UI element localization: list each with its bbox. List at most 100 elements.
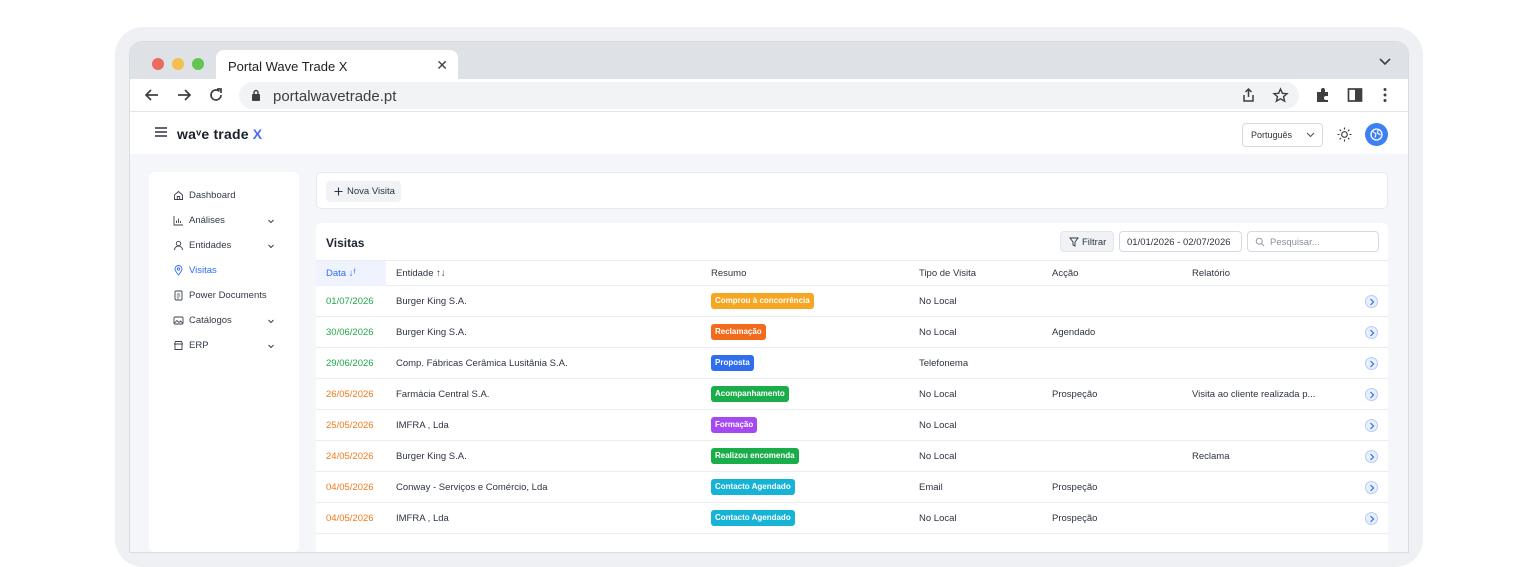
chevron-right-icon	[1370, 422, 1375, 430]
row-visit-type: No Local	[919, 420, 957, 431]
new-visit-button[interactable]: Nova Visita	[326, 181, 401, 202]
theme-toggle-sun-icon[interactable]	[1337, 127, 1352, 142]
column-header-report[interactable]: Relatório	[1192, 268, 1230, 279]
extensions-puzzle-icon[interactable]	[1314, 86, 1332, 104]
row-open-button[interactable]	[1365, 295, 1378, 308]
search-field[interactable]	[1247, 231, 1379, 252]
table-row[interactable]: 30/06/2026 Burger King S.A. Reclamação No L…	[316, 317, 1388, 348]
row-summary-badge: Acompanhamento	[711, 386, 789, 402]
sort-both-icon: ↑↓	[436, 268, 446, 279]
bookmark-star-icon[interactable]	[1272, 87, 1289, 104]
column-header-action[interactable]: Acção	[1052, 268, 1078, 279]
address-bar: portalwavetrade.pt	[130, 79, 1408, 112]
sidebar-item-catalogos[interactable]: Catálogos	[149, 311, 299, 331]
row-report: Reclama	[1192, 451, 1230, 462]
browser-tab-bar: Portal Wave Trade X ✕	[130, 42, 1408, 80]
sidebar-item-label: Análises	[189, 215, 225, 226]
sidebar-item-entidades[interactable]: Entidades	[149, 236, 299, 256]
filter-button[interactable]: Filtrar	[1060, 231, 1114, 252]
user-avatar[interactable]	[1365, 123, 1388, 146]
column-header-summary[interactable]: Resumo	[711, 268, 746, 279]
maximize-window-dot[interactable]	[192, 58, 204, 70]
table-row[interactable]: 25/05/2026 IMFRA , Lda Formação No Local	[316, 410, 1388, 441]
date-range-value: 01/01/2026 - 02/07/2026	[1127, 237, 1231, 248]
chevron-down-icon	[1306, 132, 1315, 138]
row-visit-type: No Local	[919, 296, 957, 307]
column-header-visit-type[interactable]: Tipo de Visita	[919, 268, 976, 279]
back-arrow-icon[interactable]	[143, 86, 161, 104]
reload-icon[interactable]	[207, 86, 225, 104]
table-row[interactable]: 26/05/2026 Farmácia Central S.A. Acompanha…	[316, 379, 1388, 410]
row-summary-badge: Comprou à concorrência	[711, 293, 814, 309]
share-icon[interactable]	[1240, 87, 1257, 104]
chevron-right-icon	[1370, 515, 1375, 523]
table-header: Data ↓ᶠ Entidade ↑↓ Resumo Tipo de Visit…	[316, 260, 1388, 286]
row-action: Agendado	[1052, 327, 1096, 338]
row-open-button[interactable]	[1365, 326, 1378, 339]
row-visit-type: No Local	[919, 513, 957, 524]
sidebar-item-erp[interactable]: ERP	[149, 336, 299, 356]
row-date: 24/05/2026	[326, 451, 374, 462]
url-field[interactable]: portalwavetrade.pt	[239, 82, 1299, 109]
row-open-button[interactable]	[1365, 450, 1378, 463]
row-open-button[interactable]	[1365, 481, 1378, 494]
column-header-entity-label: Entidade	[396, 268, 434, 279]
home-icon	[174, 190, 183, 200]
row-report: Visita ao cliente realizada p...	[1192, 389, 1316, 400]
table-row[interactable]: 01/07/2026 Burger King S.A. Comprou à conc…	[316, 286, 1388, 317]
image-icon	[173, 316, 184, 325]
sidebar-item-dashboard[interactable]: Dashboard	[149, 186, 299, 206]
hamburger-menu-icon[interactable]	[155, 127, 167, 137]
lock-icon	[252, 89, 260, 101]
row-summary-badge: Formação	[711, 417, 758, 433]
location-pin-icon	[174, 265, 183, 276]
row-visit-type: No Local	[919, 389, 957, 400]
menu-dots-icon[interactable]	[1376, 86, 1394, 104]
chevron-down-icon[interactable]	[1378, 54, 1392, 68]
language-select[interactable]: Português	[1242, 123, 1323, 147]
row-entity: Comp. Fábricas Cerâmica Lusitânia S.A.	[396, 358, 568, 369]
tab-title: Portal Wave Trade X	[228, 59, 348, 74]
forward-arrow-icon[interactable]	[175, 86, 193, 104]
row-entity: Burger King S.A.	[396, 327, 467, 338]
row-summary-badge: Realizou encomenda	[711, 448, 799, 464]
row-entity: Conway - Serviços e Comércio, Lda	[396, 482, 548, 493]
search-input[interactable]	[1270, 235, 1374, 249]
row-date: 30/06/2026	[326, 327, 374, 338]
close-window-dot[interactable]	[152, 58, 164, 70]
column-header-date-label: Data	[326, 268, 347, 279]
sidebar-item-visitas[interactable]: Visitas	[149, 261, 299, 281]
avatar-icon	[1370, 128, 1383, 141]
minimize-window-dot[interactable]	[172, 58, 184, 70]
wave-trade-logo[interactable]: waᵛe trade X	[177, 126, 262, 142]
sidebar-item-power-documents[interactable]: Power Documents	[149, 286, 299, 306]
chart-icon	[173, 216, 183, 226]
table-row[interactable]: 24/05/2026 Burger King S.A. Realizou encom…	[316, 441, 1388, 472]
date-range-picker[interactable]: 01/01/2026 - 02/07/2026	[1119, 231, 1242, 252]
sidebar: Dashboard Análises Entidades Visitas Pow…	[149, 172, 299, 552]
table-row[interactable]: 04/05/2026 Conway - Serviços e Comércio, …	[316, 472, 1388, 503]
logo-x-mark: X	[252, 126, 263, 142]
row-open-button[interactable]	[1365, 357, 1378, 370]
row-date: 01/07/2026	[326, 296, 374, 307]
side-panel-icon[interactable]	[1346, 86, 1364, 104]
browser-tab[interactable]: Portal Wave Trade X ✕	[216, 50, 458, 80]
sidebar-item-label: Dashboard	[189, 190, 236, 201]
column-header-date[interactable]: Data ↓ᶠ	[326, 268, 356, 279]
column-header-entity[interactable]: Entidade ↑↓	[396, 268, 446, 279]
row-action: Prospeção	[1052, 389, 1098, 400]
sidebar-item-analises[interactable]: Análises	[149, 211, 299, 231]
url-text: portalwavetrade.pt	[273, 88, 397, 105]
plus-icon	[334, 187, 343, 196]
sidebar-item-label: Power Documents	[189, 290, 267, 301]
row-open-button[interactable]	[1365, 419, 1378, 432]
row-open-button[interactable]	[1365, 388, 1378, 401]
store-icon	[173, 341, 184, 350]
tab-close-icon[interactable]: ✕	[436, 57, 448, 74]
row-open-button[interactable]	[1365, 512, 1378, 525]
table-row[interactable]: 04/05/2026 IMFRA , Lda Contacto Agendado No…	[316, 503, 1388, 534]
row-summary-badge: Proposta	[711, 355, 754, 371]
row-visit-type: Telefonema	[919, 358, 969, 369]
chevron-right-icon	[1370, 453, 1375, 461]
table-row[interactable]: 29/06/2026 Comp. Fábricas Cerâmica Lusitâ…	[316, 348, 1388, 379]
